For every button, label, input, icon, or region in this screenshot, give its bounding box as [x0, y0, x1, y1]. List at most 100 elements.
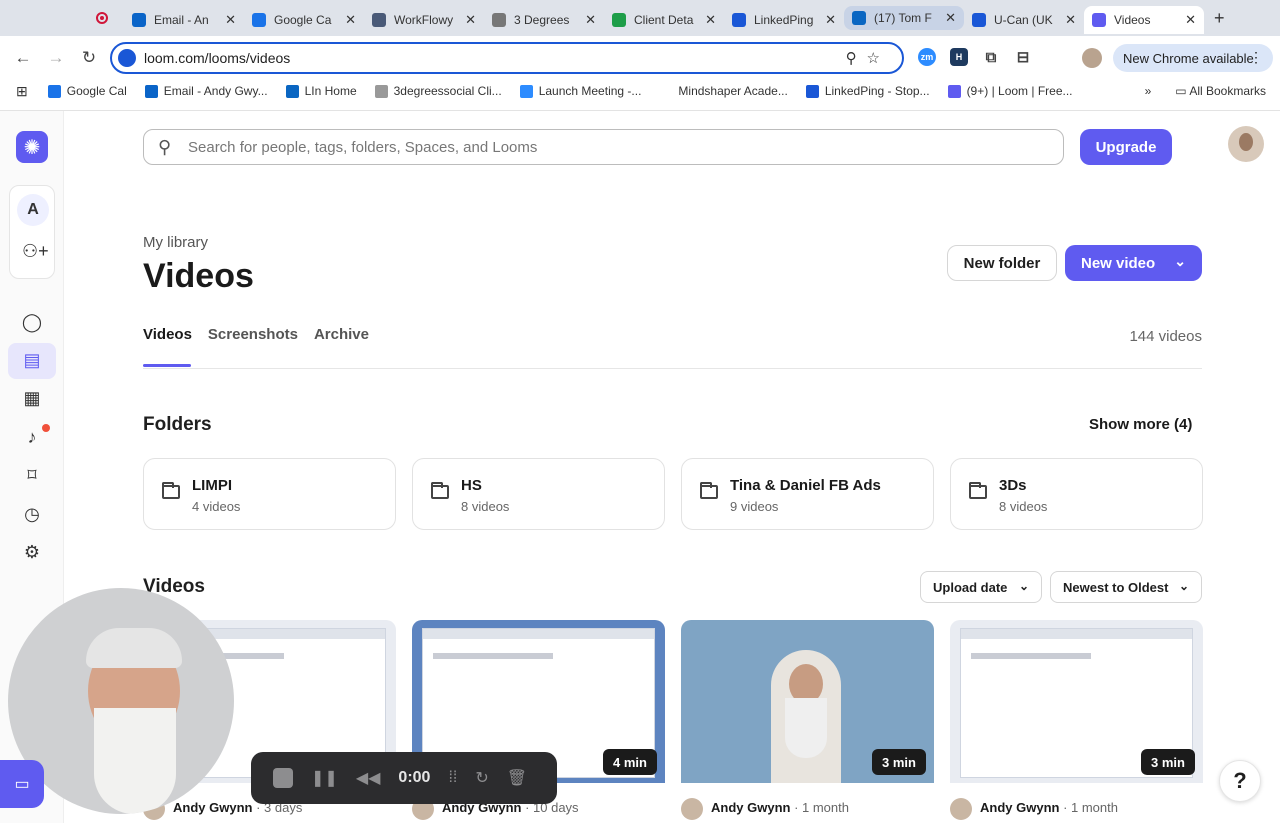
bookmark-icon[interactable]: ⌑ — [20, 463, 44, 487]
bookmark-item[interactable]: (9+) | Loom | Free... — [947, 84, 1073, 98]
browser-tab[interactable]: (17) Tom F ✕ — [844, 6, 964, 30]
puzzle-icon[interactable]: ⧉ — [982, 48, 1000, 66]
sort-order-dropdown[interactable]: Newest to Oldest ⌄ — [1050, 571, 1202, 603]
apps-icon[interactable]: ⊞ — [16, 83, 28, 100]
library-icon[interactable]: ▤ — [20, 348, 44, 372]
chevron-down-icon[interactable]: ⌄ — [1174, 253, 1186, 270]
user-avatar[interactable] — [1228, 126, 1264, 162]
zoom-bookmark-icons[interactable]: ⚲☆ — [846, 49, 890, 67]
bookmark-favicon-icon — [285, 84, 299, 98]
video-card[interactable]: 3 min Andy Gwynn · 1 month — [681, 620, 934, 823]
folder-card[interactable]: LIMPI 4 videos — [143, 458, 396, 530]
video-thumbnail[interactable]: 3 min — [681, 620, 934, 783]
tab-title: Videos — [1114, 13, 1151, 27]
close-tab-icon[interactable]: ✕ — [345, 12, 356, 28]
breadcrumb[interactable]: My library — [143, 234, 208, 251]
webcam-beard — [94, 708, 176, 814]
folder-count: 8 videos — [461, 499, 510, 514]
bookmark-favicon-icon — [374, 84, 388, 98]
rewind-icon[interactable]: ◀◀ — [356, 768, 381, 788]
reload-icon[interactable]: ↻ — [78, 48, 100, 68]
browser-tab[interactable]: WorkFlowy ✕ — [364, 6, 484, 34]
loom-logo-icon[interactable]: ✺ — [16, 131, 48, 163]
workspace-avatar[interactable]: A — [17, 194, 49, 226]
show-more-button[interactable]: Show more (4) — [1089, 416, 1192, 433]
more-vert-icon[interactable]: ⋮ — [1249, 49, 1263, 66]
back-icon[interactable]: ← — [12, 48, 34, 68]
bookmark-item[interactable]: Google Cal — [47, 84, 127, 98]
browser-tab[interactable]: Email - An ✕ — [124, 6, 244, 34]
tab-screenshots[interactable]: Screenshots — [208, 326, 298, 343]
settings-gear-icon[interactable]: ⚙ — [20, 540, 44, 564]
chevron-down-icon: ⌄ — [1018, 579, 1029, 593]
forward-icon[interactable]: → — [45, 48, 67, 68]
toolbar-divider — [0, 110, 1280, 111]
address-bar[interactable]: loom.com/looms/videos ⚲☆ — [110, 42, 904, 74]
close-tab-icon[interactable]: ✕ — [465, 12, 476, 28]
zoom-extension-icon[interactable]: zm — [918, 48, 936, 66]
camera-toggle-icon[interactable]: ▭ — [0, 760, 44, 808]
doc-icon — [372, 13, 386, 27]
browser-tab[interactable]: 3 Degrees ✕ — [484, 6, 604, 34]
tab-videos[interactable]: Videos — [143, 326, 192, 343]
bookmark-item[interactable]: Mindshaper Acade... — [659, 84, 788, 98]
restart-icon[interactable]: ↻ — [475, 768, 488, 788]
webcam-hair — [86, 628, 182, 668]
tab-archive[interactable]: Archive — [314, 326, 369, 343]
video-thumbnail[interactable]: 3 min — [950, 620, 1203, 783]
upgrade-button[interactable]: Upgrade — [1080, 129, 1172, 165]
folder-card[interactable]: Tina & Daniel FB Ads 9 videos — [681, 458, 934, 530]
bookmark-item[interactable]: 3degreessocial Cli... — [374, 84, 502, 98]
bookmark-item[interactable]: LIn Home — [285, 84, 357, 98]
active-tab-underline — [143, 364, 191, 367]
calendar-icon[interactable]: ▦ — [20, 386, 44, 410]
profile-icon[interactable]: ◯ — [20, 310, 44, 334]
close-tab-icon[interactable]: ✕ — [1185, 12, 1196, 28]
close-tab-icon[interactable]: ✕ — [945, 10, 956, 26]
close-tab-icon[interactable]: ✕ — [825, 12, 836, 28]
browser-tab[interactable]: Videos ✕ — [1084, 6, 1204, 34]
folder-name: Tina & Daniel FB Ads — [730, 477, 881, 494]
stop-recording-icon[interactable] — [273, 768, 293, 788]
close-tab-icon[interactable]: ✕ — [585, 12, 596, 28]
history-clock-icon[interactable]: ◷ — [20, 502, 44, 526]
bookmark-item[interactable]: Email - Andy Gwy... — [144, 84, 268, 98]
notifications-bell-icon[interactable]: ♪ — [20, 425, 44, 449]
tab-title: 3 Degrees — [514, 13, 570, 27]
close-tab-icon[interactable]: ✕ — [705, 12, 716, 28]
extension-icon[interactable]: H — [950, 48, 968, 66]
site-info-icon[interactable] — [118, 49, 136, 67]
close-tab-icon[interactable]: ✕ — [225, 12, 236, 28]
new-folder-button[interactable]: New folder — [947, 245, 1057, 281]
new-video-button[interactable]: New video ⌄ — [1065, 245, 1202, 281]
browser-tab[interactable]: Client Deta ✕ — [604, 6, 724, 34]
bookmarks-overflow-icon[interactable]: » — [1145, 84, 1152, 98]
sort-field-dropdown[interactable]: Upload date ⌄ — [920, 571, 1042, 603]
recording-indicator-icon — [96, 12, 108, 24]
add-user-icon[interactable]: ⚇+ — [22, 241, 49, 262]
folder-card[interactable]: 3Ds 8 videos — [950, 458, 1203, 530]
extensions-row: zm H ⧉ ⊟ — [918, 48, 1032, 66]
folder-card[interactable]: HS 8 videos — [412, 458, 665, 530]
folder-count: 9 videos — [730, 499, 779, 514]
chrome-profile-avatar[interactable] — [1082, 48, 1102, 68]
help-button[interactable]: ? — [1219, 760, 1261, 802]
bookmark-item[interactable]: LinkedPing - Stop... — [805, 84, 930, 98]
browser-tab-strip: Email - An ✕ Google Ca ✕ WorkFlowy ✕ 3 Degrees… — [0, 0, 1280, 36]
close-tab-icon[interactable]: ✕ — [1065, 12, 1076, 28]
bookmark-favicon-icon — [519, 84, 533, 98]
all-bookmarks[interactable]: ▭ All Bookmarks — [1175, 84, 1266, 98]
new-chrome-button[interactable]: New Chrome available ⋮ — [1113, 44, 1273, 72]
bookmark-item[interactable]: Launch Meeting -... — [519, 84, 641, 98]
browser-tab[interactable]: Google Ca ✕ — [244, 6, 364, 34]
video-card[interactable]: 3 min Andy Gwynn · 1 month — [950, 620, 1203, 823]
pause-icon[interactable]: ❚❚ — [311, 768, 338, 788]
search-input[interactable]: ⚲ Search for people, tags, folders, Spac… — [143, 129, 1064, 165]
browser-tab[interactable]: U-Can (UK ✕ — [964, 6, 1084, 34]
browser-tab[interactable]: LinkedPing ✕ — [724, 6, 844, 34]
video-meta: Andy Gwynn · 1 month — [980, 800, 1118, 815]
drag-handle-icon[interactable]: ⁞⁞ — [448, 769, 457, 787]
delete-trash-icon[interactable]: 🗑 — [507, 768, 527, 788]
new-tab-icon[interactable]: + — [1214, 8, 1225, 29]
reading-list-icon[interactable]: ⊟ — [1014, 48, 1032, 66]
